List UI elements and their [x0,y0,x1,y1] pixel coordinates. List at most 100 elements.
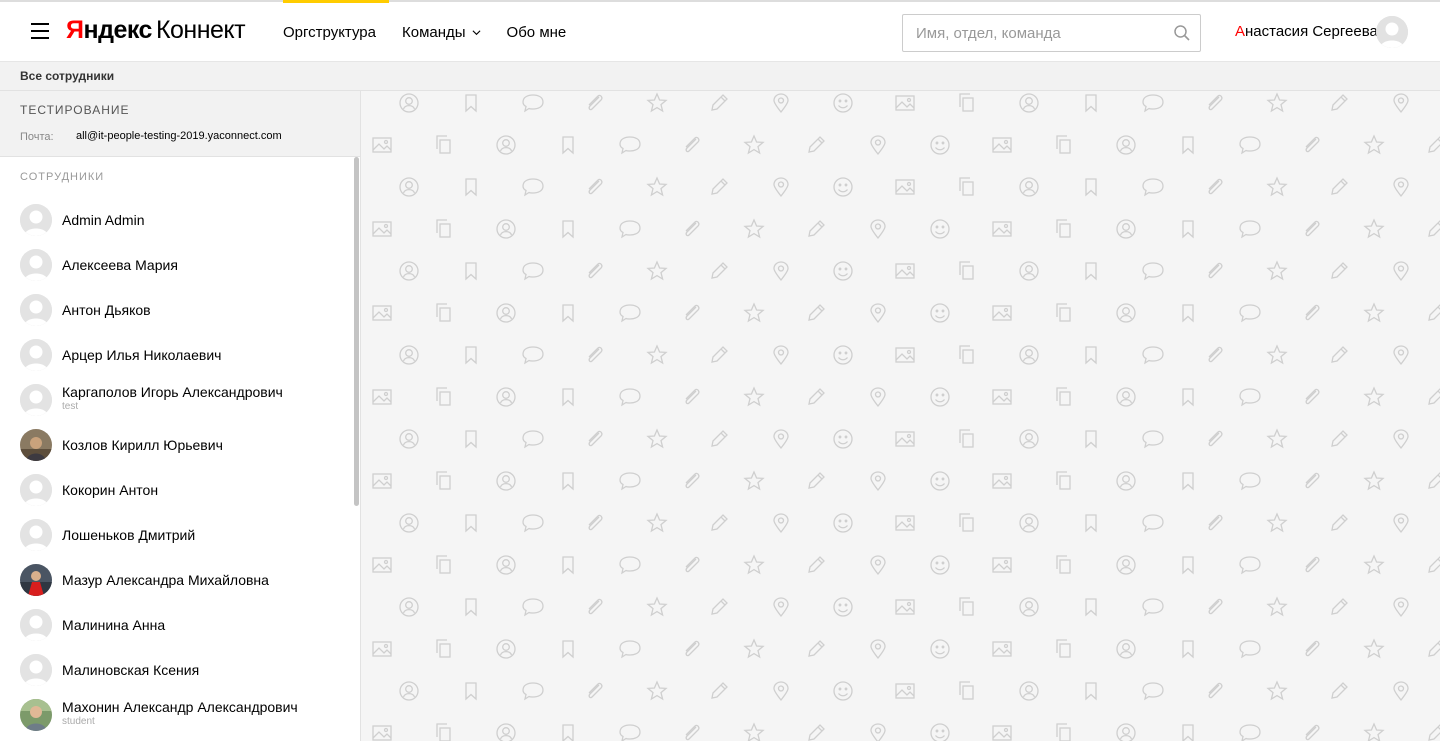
avatar [20,339,52,371]
employee-list-item[interactable]: Малинина Анна [0,603,352,648]
user-icon [1019,261,1039,281]
department-mail[interactable]: all@it-people-testing-2019.yaconnect.com [76,130,282,142]
star-icon [1363,134,1385,155]
pin-icon [870,723,886,741]
logo-connect: Коннект [155,16,246,44]
bookmark-icon [562,724,574,741]
bookmark-icon [1085,94,1097,113]
search-input[interactable] [903,15,1163,51]
pencil-icon [1331,430,1348,447]
employee-list-item[interactable]: Каргаполов Игорь Александрович test [0,378,352,423]
employee-list-item[interactable]: Арцер Илья Николаевич [0,333,352,378]
employee-list-item[interactable]: Антон Дьяков [0,288,352,333]
pin-icon [773,513,789,534]
paperclip-icon [685,640,700,657]
employee-list-item[interactable]: Махонин Александр Александрович student [0,693,352,738]
paperclip-icon [1208,514,1223,531]
paperclip-icon [1305,136,1320,153]
paperclip-icon [588,682,603,699]
comment-icon [1239,640,1261,659]
star-icon [1266,512,1288,533]
user-icon [496,135,516,155]
user-icon [496,555,516,575]
copy-icon [959,597,974,616]
nav-teams[interactable]: Команды [389,2,494,62]
paperclip-icon [588,430,603,447]
employee-list-item[interactable]: Мазур Александра Михайловна [0,558,352,603]
star-icon [743,554,765,575]
pin-icon [1393,429,1409,450]
employee-name: Махонин Александр Александрович [62,699,298,715]
image-icon [895,347,915,363]
comment-icon [1239,724,1261,741]
user-icon [1019,429,1039,449]
copy-icon [959,513,974,532]
logo-yandex: ндекс [83,16,152,44]
paperclip-icon [588,514,603,531]
copy-icon [436,387,451,406]
smile-icon [930,639,950,659]
user-name[interactable]: Анастасия Сергеева [1235,23,1378,40]
user-icon [1116,555,1136,575]
menu-icon[interactable] [31,23,49,39]
employee-name: Арцер Илья Николаевич [62,347,222,363]
bookmark-icon [1085,346,1097,365]
employee-list-item[interactable]: Лошеньков Дмитрий [0,513,352,558]
smile-icon [833,177,853,197]
employee-list-item[interactable]: Алексеева Мария [0,243,352,288]
bookmark-icon [1182,556,1194,575]
paperclip-icon [1208,430,1223,447]
user-icon [496,723,516,741]
search-icon[interactable] [1173,24,1191,42]
copy-icon [436,303,451,322]
comment-icon [522,682,544,701]
bookmark-icon [1182,304,1194,323]
image-icon [992,725,1012,741]
employee-list-item[interactable]: Малиновская Ксения [0,648,352,693]
bookmark-icon [562,472,574,491]
user-icon [1019,513,1039,533]
star-icon [1363,386,1385,407]
scrollbar[interactable] [354,157,359,506]
user-icon [399,345,419,365]
user-icon [399,597,419,617]
employee-name: Кокорин Антон [62,482,159,498]
pin-icon [773,261,789,282]
copy-icon [1056,723,1071,741]
comment-icon [619,472,641,491]
pencil-icon [711,514,728,531]
pin-icon [870,219,886,240]
employee-name: Лошеньков Дмитрий [62,527,196,543]
pencil-icon [808,556,825,573]
user-icon [1116,387,1136,407]
employee-list-item[interactable]: Козлов Кирилл Юрьевич [0,423,352,468]
copy-icon [436,219,451,238]
user-icon [496,219,516,239]
avatar [20,654,52,686]
comment-icon [1142,178,1164,197]
user-icon [1019,681,1039,701]
paperclip-icon [1305,556,1320,573]
image-icon [992,137,1012,153]
comment-icon [1142,682,1164,701]
breadcrumb-all-employees[interactable]: Все сотрудники [20,69,114,83]
pin-icon [1393,513,1409,534]
image-icon [372,725,392,741]
nav-about-me[interactable]: Обо мне [494,2,580,62]
bookmark-icon [1182,136,1194,155]
user-avatar[interactable] [1376,16,1408,48]
employee-list-item[interactable]: Кокорин Антон [0,468,352,513]
search-box [902,14,1201,52]
user-icon [1116,471,1136,491]
nav-orgstructure[interactable]: Оргструктура [270,0,389,62]
employee-list-item[interactable]: Admin Admin [0,198,352,243]
star-icon [646,428,668,449]
yandex-connect-logo[interactable]: Яндекс Коннект [66,16,246,45]
bookmark-icon [465,346,477,365]
comment-icon [1239,388,1261,407]
bookmark-icon [465,94,477,113]
star-icon [1266,176,1288,197]
smile-icon [930,135,950,155]
pin-icon [1393,597,1409,618]
paperclip-icon [1208,178,1223,195]
